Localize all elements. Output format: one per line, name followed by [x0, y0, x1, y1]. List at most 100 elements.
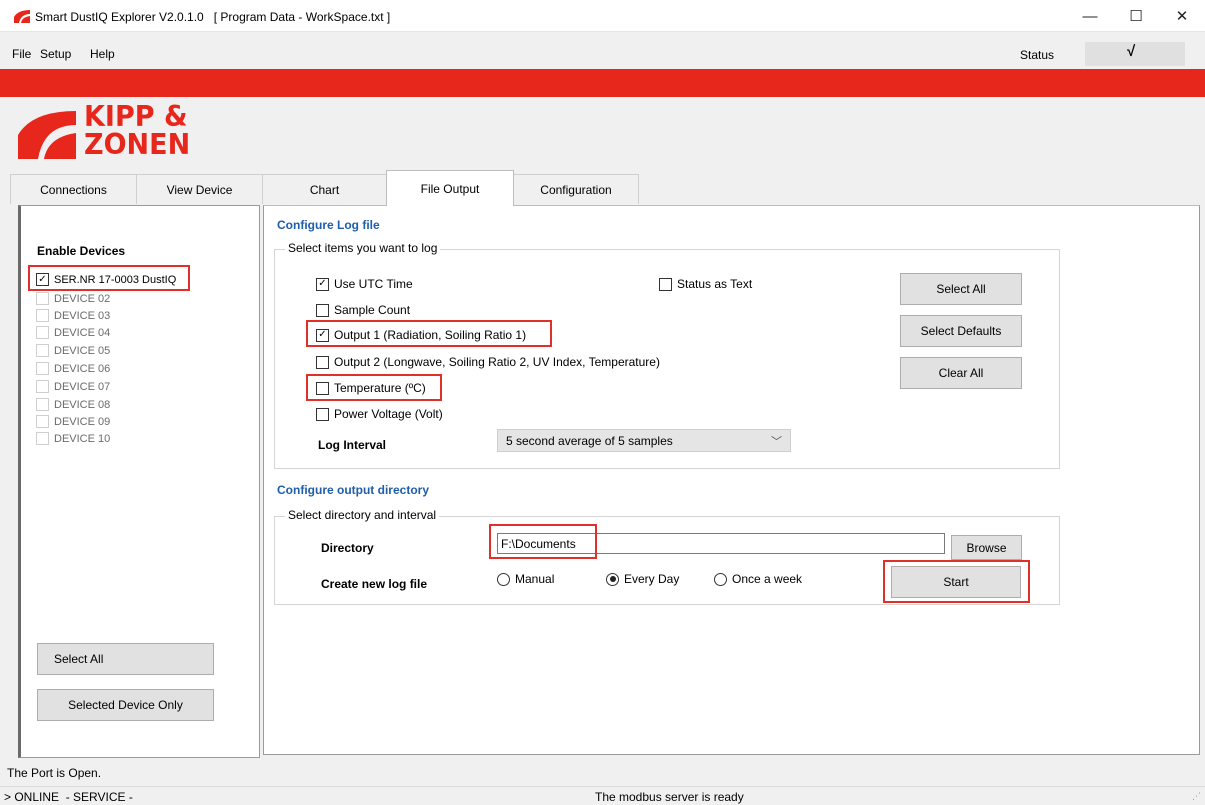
resize-grip-icon[interactable]: ⋰	[1192, 791, 1201, 802]
tab-view-device[interactable]: View Device	[136, 174, 263, 204]
modbus-status-text: The modbus server is ready	[595, 790, 744, 804]
brand-logo-text: KIPP & ZONEN	[84, 103, 190, 160]
configure-log-file-heading: Configure Log file	[277, 218, 380, 232]
configure-output-directory-heading: Configure output directory	[277, 483, 429, 497]
output1-label: Output 1 (Radiation, Soiling Ratio 1)	[334, 328, 527, 342]
menu-setup[interactable]: Setup	[40, 47, 71, 61]
tab-configuration[interactable]: Configuration	[513, 174, 639, 204]
checkbox-icon	[36, 344, 49, 357]
sample-count-label: Sample Count	[334, 303, 411, 317]
maximize-button[interactable]: ☐	[1113, 0, 1159, 32]
checkbox-icon	[36, 292, 49, 305]
logo-line-2: ZONEN	[84, 128, 191, 162]
checkbox-icon	[316, 407, 329, 421]
status-as-text-checkbox[interactable]: Status as Text	[659, 277, 752, 291]
log-select-all-button[interactable]: Select All	[900, 273, 1022, 305]
tab-file-output[interactable]: File Output	[386, 170, 514, 206]
log-interval-value: 5 second average of 5 samples	[506, 433, 673, 448]
device-label: DEVICE 10	[54, 432, 111, 445]
kipp-zonen-logo-icon	[18, 111, 76, 159]
power-voltage-label: Power Voltage (Volt)	[334, 407, 443, 421]
device-checkbox-7[interactable]: DEVICE 07	[36, 380, 110, 393]
output-directory-group-title: Select directory and interval	[285, 508, 440, 522]
radio-every-day[interactable]: Every Day	[606, 572, 679, 586]
device-checkbox-8[interactable]: DEVICE 08	[36, 398, 110, 411]
radio-once-a-week[interactable]: Once a week	[714, 572, 802, 586]
clear-all-button[interactable]: Clear All	[900, 357, 1022, 389]
radio-manual[interactable]: Manual	[497, 572, 554, 586]
tab-connections[interactable]: Connections	[10, 174, 137, 204]
checkbox-icon	[36, 362, 49, 375]
checkbox-icon	[36, 432, 49, 445]
device-checkbox-9[interactable]: DEVICE 09	[36, 415, 110, 428]
enable-devices-heading: Enable Devices	[37, 244, 126, 258]
chevron-down-icon: ﹀	[771, 436, 782, 448]
device-checkbox-1[interactable]: ✓ SER.NR 17-0003 DustIQ	[36, 273, 176, 286]
radio-icon	[714, 572, 727, 586]
minimize-button[interactable]: —	[1067, 0, 1113, 32]
device-label: DEVICE 02	[54, 292, 111, 305]
output2-label: Output 2 (Longwave, Soiling Ratio 2, UV …	[334, 355, 660, 369]
checkbox-icon	[659, 277, 672, 291]
radio-selected-icon	[606, 572, 619, 586]
radio-once-a-week-label: Once a week	[732, 572, 803, 586]
checkbox-icon	[36, 309, 49, 322]
device-label: DEVICE 03	[54, 309, 111, 322]
device-label: DEVICE 06	[54, 362, 111, 375]
checkbox-checked-icon: ✓	[316, 328, 329, 342]
directory-label: Directory	[321, 541, 374, 555]
checkbox-icon	[36, 415, 49, 428]
temperature-label: Temperature (ºC)	[334, 381, 426, 395]
device-label: DEVICE 09	[54, 415, 111, 428]
device-label: DEVICE 05	[54, 344, 111, 357]
checkbox-icon	[36, 398, 49, 411]
close-button[interactable]: ✕	[1159, 0, 1205, 32]
log-items-group-title: Select items you want to log	[285, 241, 441, 255]
menu-file[interactable]: File	[12, 47, 31, 61]
checkbox-icon	[316, 303, 329, 317]
checkbox-checked-icon: ✓	[36, 273, 49, 286]
highlight-box	[489, 524, 597, 559]
status-label: Status	[1020, 48, 1055, 62]
status-bar-top	[0, 760, 1205, 786]
checkbox-icon	[36, 326, 49, 339]
port-status-text: The Port is Open.	[7, 766, 102, 780]
device-label: DEVICE 08	[54, 398, 111, 411]
selected-device-only-button[interactable]: Selected Device Only	[37, 689, 214, 721]
device-checkbox-6[interactable]: DEVICE 06	[36, 362, 110, 375]
temperature-checkbox[interactable]: Temperature (ºC)	[316, 381, 426, 395]
checkbox-icon	[316, 381, 329, 395]
power-voltage-checkbox[interactable]: Power Voltage (Volt)	[316, 407, 443, 421]
maximize-icon: ☐	[1129, 8, 1143, 25]
device-label: SER.NR 17-0003 DustIQ	[54, 273, 177, 286]
checkbox-icon	[316, 355, 329, 369]
device-label: DEVICE 04	[54, 326, 111, 339]
logo-line-1: KIPP &	[84, 100, 188, 134]
checkbox-checked-icon: ✓	[316, 277, 329, 291]
app-icon	[14, 10, 30, 23]
output1-checkbox[interactable]: ✓ Output 1 (Radiation, Soiling Ratio 1)	[316, 328, 526, 342]
start-button[interactable]: Start	[891, 566, 1021, 598]
use-utc-time-checkbox[interactable]: ✓ Use UTC Time	[316, 277, 413, 291]
use-utc-time-label: Use UTC Time	[334, 277, 413, 291]
window-title: Smart DustIQ Explorer V2.0.1.0 [ Program…	[35, 10, 391, 24]
device-checkbox-2[interactable]: DEVICE 02	[36, 292, 110, 305]
device-checkbox-5[interactable]: DEVICE 05	[36, 344, 110, 357]
devices-select-all-button[interactable]: Select All	[37, 643, 214, 675]
sample-count-checkbox[interactable]: Sample Count	[316, 303, 410, 317]
select-defaults-button[interactable]: Select Defaults	[900, 315, 1022, 347]
device-label: DEVICE 07	[54, 380, 111, 393]
menu-help[interactable]: Help	[90, 47, 115, 61]
device-checkbox-3[interactable]: DEVICE 03	[36, 309, 110, 322]
device-checkbox-4[interactable]: DEVICE 04	[36, 326, 110, 339]
radio-icon	[497, 572, 510, 586]
tab-chart[interactable]: Chart	[262, 174, 387, 204]
device-checkbox-10[interactable]: DEVICE 10	[36, 432, 110, 445]
radio-manual-label: Manual	[515, 572, 555, 586]
log-interval-dropdown[interactable]: 5 second average of 5 samples ﹀	[497, 429, 791, 452]
browse-button[interactable]: Browse	[951, 535, 1022, 560]
online-service-text: > ONLINE - SERVICE -	[4, 790, 133, 804]
log-interval-label: Log Interval	[318, 438, 387, 452]
output2-checkbox[interactable]: Output 2 (Longwave, Soiling Ratio 2, UV …	[316, 355, 660, 369]
checkbox-icon	[36, 380, 49, 393]
